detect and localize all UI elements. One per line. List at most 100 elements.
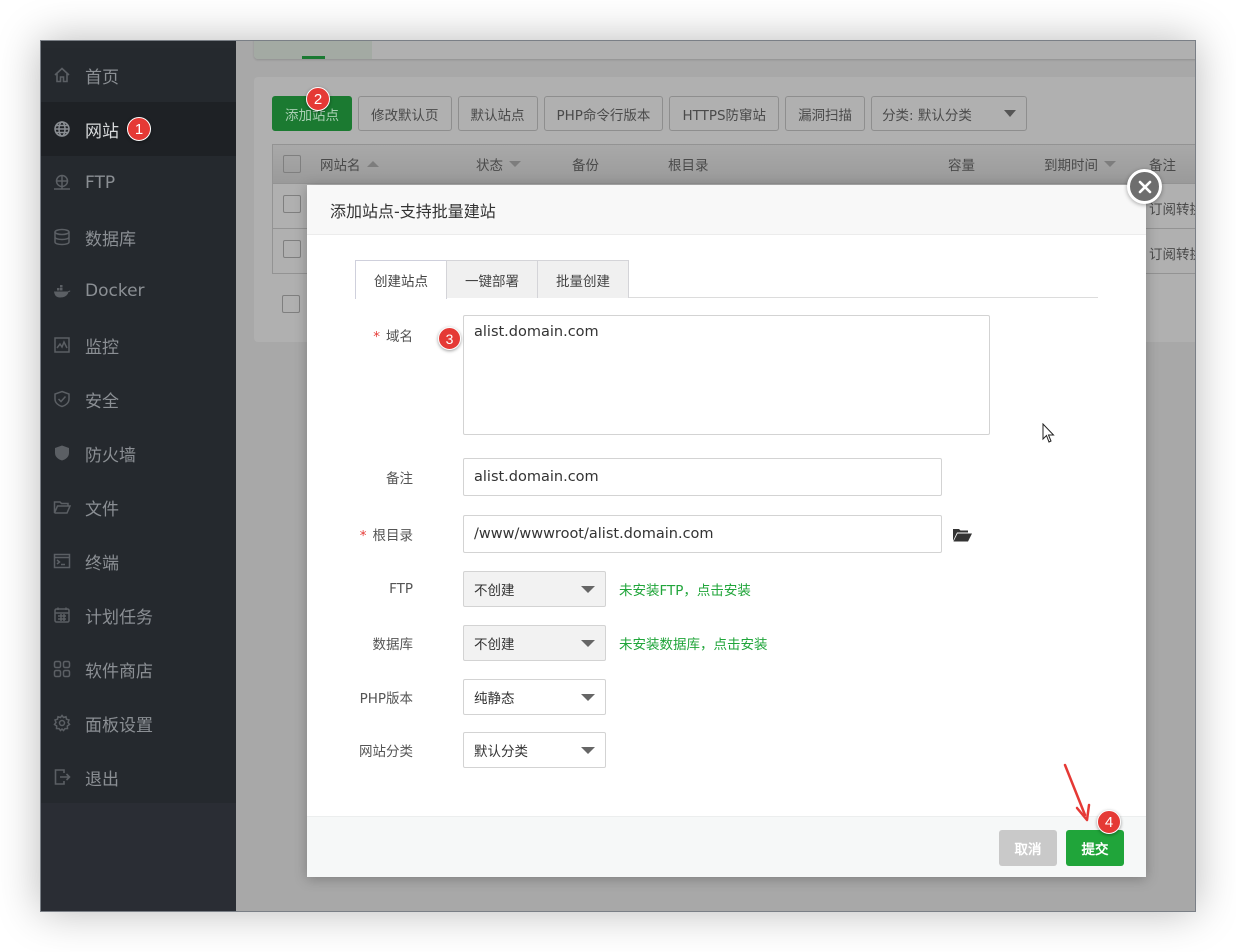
col-backup-label: 备份: [572, 154, 599, 174]
php-version-select[interactable]: 纯静态: [463, 679, 606, 715]
sidebar-item-label: 计划任务: [85, 603, 153, 628]
php-version-value: 纯静态: [474, 687, 515, 707]
category-select-value: 分类: 默认分类: [882, 104, 972, 124]
note-input[interactable]: alist.domain.com: [463, 458, 942, 496]
site-toolbar: 添加站点 2 修改默认页 默认站点 PHP命令行版本 HTTPS防窜站 漏洞扫描…: [272, 96, 1027, 131]
chevron-down-icon: [581, 694, 595, 701]
php-row: PHP版本 纯静态: [307, 679, 606, 715]
logout-icon: [53, 768, 71, 786]
sidebar-item-label: 面板设置: [85, 711, 153, 736]
sidebar-footer: [41, 803, 236, 911]
sidebar-item-settings[interactable]: 面板设置: [41, 696, 236, 750]
submit-button[interactable]: 提交: [1066, 830, 1124, 866]
database-row: 数据库 不创建 未安装数据库，点击安装: [307, 625, 768, 661]
install-ftp-link[interactable]: 未安装FTP，点击安装: [619, 579, 751, 599]
database-select-value: 不创建: [474, 633, 515, 653]
sidebar-item-label: 监控: [85, 333, 119, 358]
sidebar-item-database[interactable]: 数据库: [41, 210, 236, 264]
ftp-select[interactable]: 不创建: [463, 571, 606, 607]
database-select[interactable]: 不创建: [463, 625, 606, 661]
row-note: 订阅转换: [1149, 243, 1196, 263]
add-site-button[interactable]: 添加站点 2: [272, 96, 352, 131]
cancel-button[interactable]: 取消: [999, 830, 1057, 866]
chevron-down-icon: [581, 640, 595, 647]
php-cli-version-button[interactable]: PHP命令行版本: [544, 96, 664, 131]
required-mark: *: [373, 329, 380, 345]
note-row: 备注 alist.domain.com: [307, 458, 942, 496]
sidebar-item-home[interactable]: 首页: [41, 48, 236, 102]
step-badge: 4: [1097, 810, 1121, 834]
sidebar-item-security[interactable]: 安全: [41, 372, 236, 426]
required-mark: *: [360, 528, 367, 544]
sidebar-item-label: 防火墙: [85, 441, 136, 466]
domain-textarea[interactable]: alist.domain.com: [463, 315, 990, 435]
tab-one-click-deploy[interactable]: 一键部署: [446, 260, 538, 298]
database-label: 数据库: [307, 633, 438, 653]
category-row: 网站分类 默认分类: [307, 732, 606, 768]
root-row: *根目录 /www/wwwroot/alist.domain.com: [307, 515, 972, 553]
footer-select-checkbox[interactable]: [282, 295, 300, 313]
sidebar-item-app-store[interactable]: 软件商店: [41, 642, 236, 696]
step-badge: 3: [438, 327, 461, 350]
col-name[interactable]: 网站名: [320, 154, 379, 174]
sort-desc-icon: [509, 161, 521, 167]
category-select[interactable]: 分类: 默认分类: [871, 96, 1027, 131]
php-label: PHP版本: [307, 687, 438, 707]
domain-row: *域名 3 alist.domain.com: [307, 315, 990, 435]
site-category-select[interactable]: 默认分类: [463, 732, 606, 768]
tab-create-site[interactable]: 创建站点: [355, 260, 447, 299]
sidebar: 首页 网站 1 FTP 数据库 Docker 监控: [41, 41, 236, 911]
sidebar-item-terminal[interactable]: 终端: [41, 534, 236, 588]
sidebar-item-label: 退出: [85, 765, 119, 790]
mouse-cursor-icon: [1042, 423, 1056, 445]
sidebar-item-monitor[interactable]: 监控: [41, 318, 236, 372]
https-anti-hijack-button[interactable]: HTTPS防窜站: [669, 96, 779, 131]
step-badge: 1: [127, 117, 151, 141]
col-expire-label: 到期时间: [1044, 154, 1098, 174]
col-name-label: 网站名: [320, 154, 361, 174]
step-badge: 2: [306, 87, 330, 111]
active-tab-indicator: [302, 56, 325, 59]
folder-icon: [53, 498, 71, 516]
gear-icon: [53, 714, 71, 732]
sidebar-item-docker[interactable]: Docker: [41, 264, 236, 318]
tab-batch-create[interactable]: 批量创建: [537, 260, 629, 298]
terminal-icon: [53, 552, 71, 570]
top-tab-bar: [254, 40, 1196, 59]
sidebar-item-label: 文件: [85, 495, 119, 520]
row-checkbox[interactable]: [283, 195, 301, 213]
col-capacity: 容量: [948, 154, 975, 174]
root-dir-input[interactable]: /www/wwwroot/alist.domain.com: [463, 515, 942, 553]
sidebar-item-logout[interactable]: 退出: [41, 750, 236, 804]
default-site-button[interactable]: 默认站点: [458, 96, 538, 131]
sidebar-menu: 首页 网站 1 FTP 数据库 Docker 监控: [41, 48, 236, 804]
note-label: 备注: [307, 467, 438, 487]
sidebar-item-files[interactable]: 文件: [41, 480, 236, 534]
install-database-link[interactable]: 未安装数据库，点击安装: [619, 633, 768, 653]
select-all-checkbox[interactable]: [283, 155, 301, 173]
sidebar-item-label: 网站: [85, 117, 119, 142]
col-root-label: 根目录: [668, 154, 709, 174]
close-dialog-button[interactable]: [1127, 169, 1162, 204]
database-icon: [53, 228, 71, 246]
sidebar-item-cron[interactable]: 计划任务: [41, 588, 236, 642]
col-backup: 备份: [572, 154, 599, 174]
modify-default-page-button[interactable]: 修改默认页: [358, 96, 452, 131]
globe-icon: [53, 120, 71, 138]
sort-asc-icon: [367, 161, 379, 167]
add-site-dialog: 添加站点-支持批量建站 创建站点 一键部署 批量创建 *域名 3 alist.d…: [307, 185, 1146, 877]
sidebar-item-ftp[interactable]: FTP: [41, 156, 236, 210]
sidebar-item-firewall[interactable]: 防火墙: [41, 426, 236, 480]
dialog-body: 创建站点 一键部署 批量创建 *域名 3 alist.domain.com 备注…: [307, 235, 1146, 816]
row-checkbox[interactable]: [283, 240, 301, 258]
dialog-footer: 取消 提交 4: [307, 816, 1146, 877]
apps-icon: [53, 660, 71, 678]
sidebar-item-label: 数据库: [85, 225, 136, 250]
col-expire[interactable]: 到期时间: [1044, 154, 1116, 174]
ftp-label: FTP: [307, 581, 438, 597]
vuln-scan-button[interactable]: 漏洞扫描: [785, 96, 865, 131]
col-status[interactable]: 状态: [476, 154, 521, 174]
dialog-title: 添加站点-支持批量建站: [307, 185, 1146, 235]
folder-open-icon[interactable]: [953, 527, 972, 542]
sidebar-item-website[interactable]: 网站 1: [41, 102, 236, 156]
